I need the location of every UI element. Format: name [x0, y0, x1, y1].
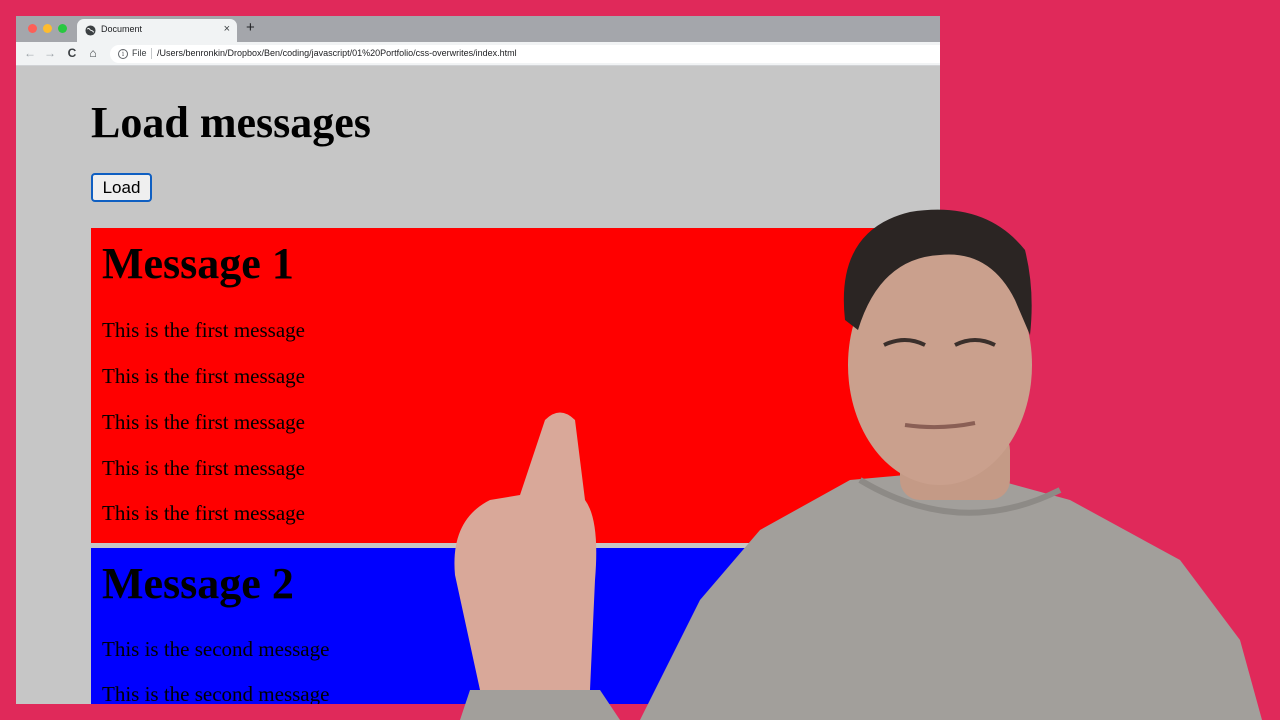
message-line: This is the second message [102, 682, 330, 704]
page-title: Load messages [91, 98, 371, 147]
load-button[interactable]: Load [91, 173, 152, 202]
message-card: Message 2 This is the second message Thi… [91, 548, 940, 704]
back-arrow-icon[interactable]: ← [22, 45, 38, 61]
message-line: This is the first message [102, 501, 305, 525]
close-window-button[interactable] [28, 24, 37, 33]
message-line: This is the second message [102, 637, 330, 661]
tab-title: Document [101, 24, 143, 34]
message-title: Message 2 [102, 559, 294, 608]
message-line: This is the first message [102, 364, 305, 388]
close-tab-icon[interactable]: × [224, 23, 230, 35]
maximize-window-button[interactable] [58, 24, 67, 33]
minimize-window-button[interactable] [43, 24, 52, 33]
message-line: This is the first message [102, 456, 305, 480]
address-divider [151, 48, 152, 59]
browser-window: Document × + ← → C ⌂ i File /Users/benro… [16, 16, 940, 704]
browser-toolbar: ← → C ⌂ i File /Users/benronkin/Dropbox/… [16, 42, 940, 66]
address-url[interactable]: /Users/benronkin/Dropbox/Ben/coding/java… [157, 48, 517, 58]
message-line: This is the first message [102, 318, 305, 342]
tab-document[interactable]: Document × [77, 19, 237, 42]
message-line: This is the first message [102, 410, 305, 434]
address-scheme: File [132, 48, 147, 58]
info-icon[interactable]: i [118, 49, 128, 59]
message-title: Message 1 [102, 239, 294, 288]
forward-arrow-icon[interactable]: → [42, 45, 58, 61]
tab-strip: Document × + [16, 16, 940, 42]
new-tab-button[interactable]: + [246, 20, 255, 36]
home-icon[interactable]: ⌂ [85, 45, 101, 61]
page-viewport: Load messages Load Message 1 This is the… [16, 67, 940, 704]
globe-icon [85, 25, 96, 36]
message-card: Message 1 This is the first message This… [91, 228, 940, 543]
reload-icon[interactable]: C [64, 45, 80, 61]
address-bar[interactable]: i File /Users/benronkin/Dropbox/Ben/codi… [110, 45, 940, 63]
